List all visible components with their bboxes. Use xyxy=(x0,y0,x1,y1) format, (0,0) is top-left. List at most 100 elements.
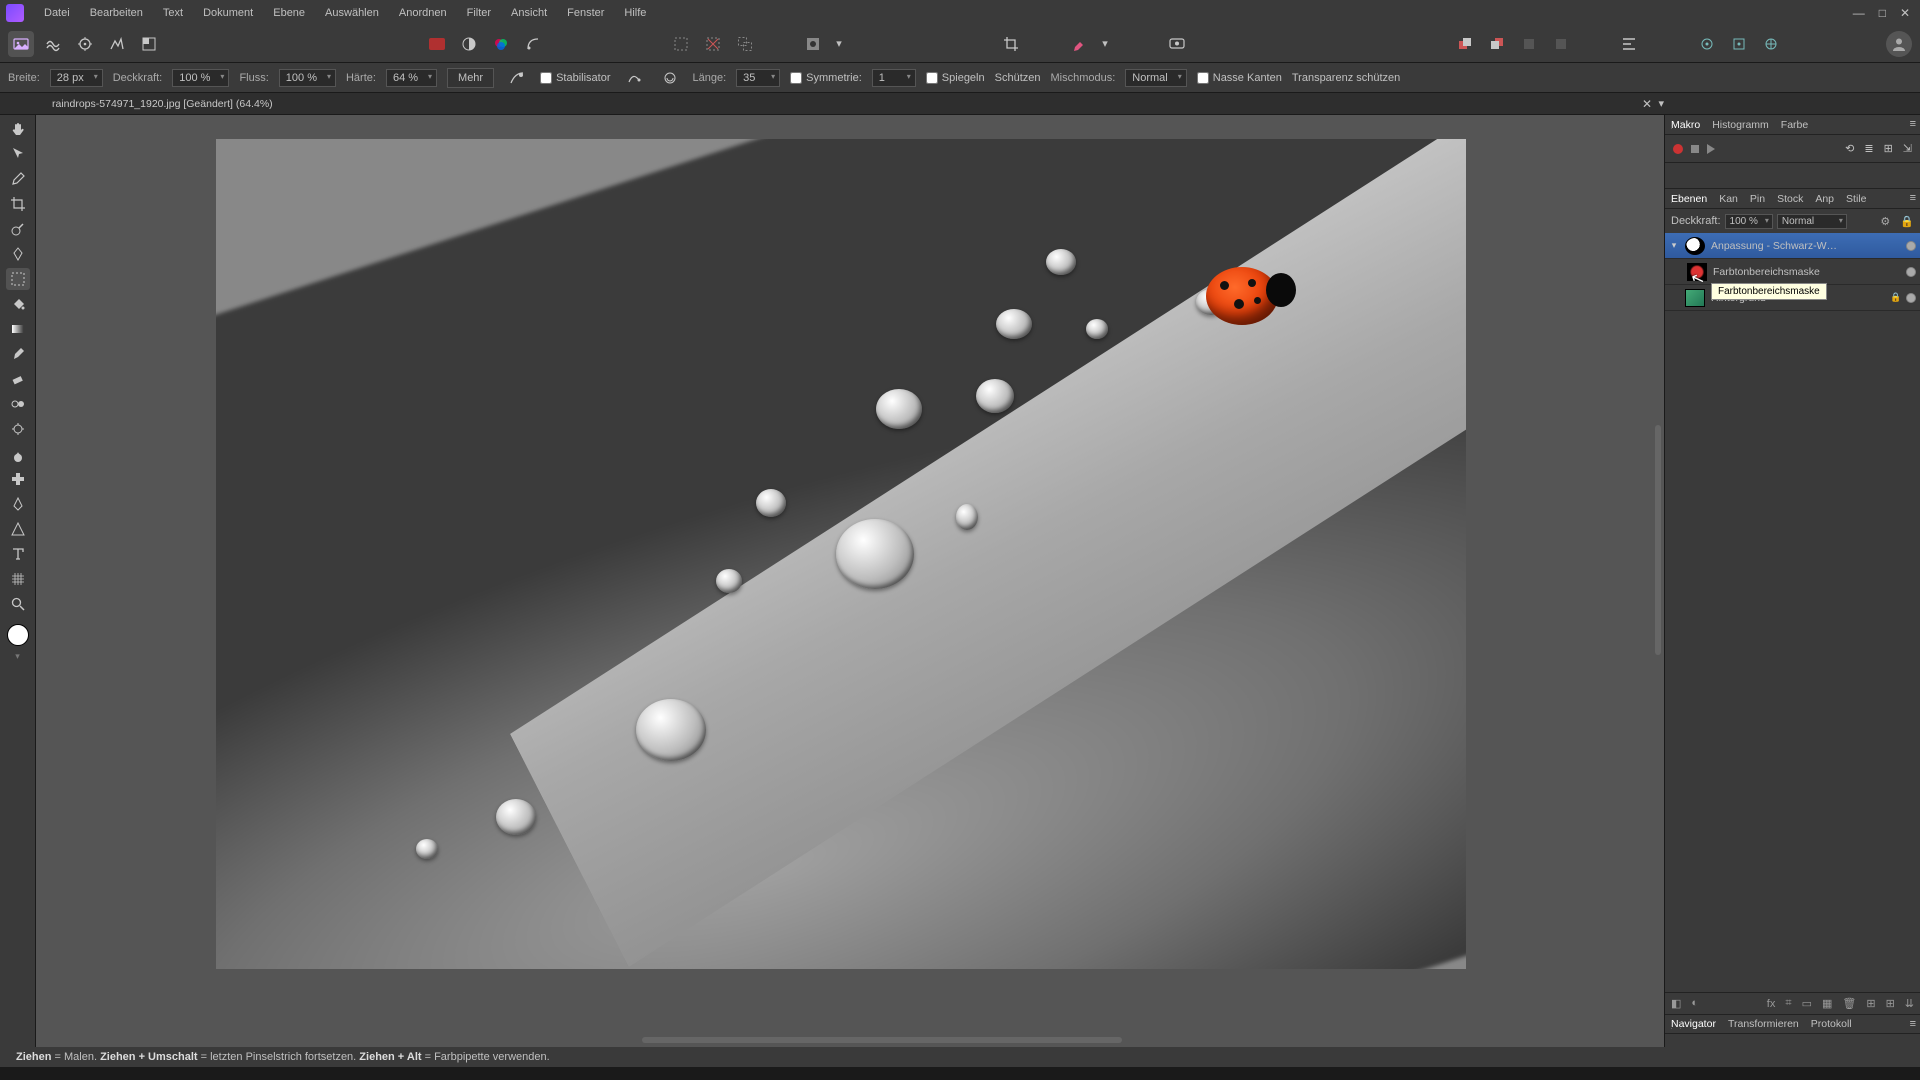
layer-opacity-combo[interactable]: 100 % xyxy=(1725,214,1773,229)
layer-fx-icon[interactable]: ⚙ xyxy=(1880,215,1890,228)
close-button[interactable]: ✕ xyxy=(1900,6,1910,20)
symmetry-check[interactable]: Symmetrie: xyxy=(790,72,862,84)
arrange-front-button[interactable] xyxy=(1452,31,1478,57)
fill-tool[interactable] xyxy=(6,293,30,315)
fx-icon[interactable]: fx xyxy=(1767,998,1776,1010)
menu-datei[interactable]: Datei xyxy=(34,2,80,24)
vertical-scrollbar[interactable] xyxy=(1655,425,1661,655)
layer-name[interactable]: Farbtonbereichsmaske xyxy=(1713,266,1900,278)
panel-menu-icon[interactable]: ≡ xyxy=(1910,192,1916,204)
tab-stile[interactable]: Stile xyxy=(1846,193,1866,205)
macro-reset-icon[interactable]: ⟲ xyxy=(1845,142,1854,155)
snap3-button[interactable] xyxy=(1758,31,1784,57)
pen-tool[interactable] xyxy=(6,493,30,515)
quickmask-dropdown[interactable]: ▾ xyxy=(832,31,846,57)
preview-button[interactable] xyxy=(1164,31,1190,57)
protect-alpha-button[interactable]: Transparenz schützen xyxy=(1292,72,1400,84)
align-button[interactable] xyxy=(1616,31,1642,57)
arrange-forward-button[interactable] xyxy=(1516,31,1542,57)
visibility-icon[interactable] xyxy=(1906,267,1916,277)
assistant-dropdown[interactable]: ▾ xyxy=(1098,31,1112,57)
pressure-size-icon[interactable] xyxy=(504,65,530,91)
addpixel-icon[interactable]: ▦ xyxy=(1822,997,1832,1010)
marquee-tool[interactable] xyxy=(6,268,30,290)
more1-icon[interactable]: ⊞ xyxy=(1866,997,1875,1010)
flow-combo[interactable]: 100 % xyxy=(279,69,336,87)
layer-row-huemask[interactable]: Farbtonbereichsmaske xyxy=(1665,259,1920,285)
document-close-icon[interactable]: ✕ xyxy=(1642,97,1652,111)
snap-button[interactable] xyxy=(1694,31,1720,57)
more-button[interactable]: Mehr xyxy=(447,68,494,88)
selection-sub-button[interactable] xyxy=(732,31,758,57)
selection-add-button[interactable] xyxy=(700,31,726,57)
persona-tonemap-button[interactable] xyxy=(104,31,130,57)
quickmask-button[interactable] xyxy=(800,31,826,57)
canvas-viewport[interactable] xyxy=(36,115,1664,1047)
panel-menu-icon[interactable]: ≡ xyxy=(1910,118,1916,130)
visibility-icon[interactable] xyxy=(1906,241,1916,251)
menu-fenster[interactable]: Fenster xyxy=(557,2,614,24)
window-mode-icon[interactable] xyxy=(657,65,683,91)
arrange-backward-button[interactable] xyxy=(1548,31,1574,57)
symmetry-combo[interactable]: 1 xyxy=(872,69,916,87)
menu-anordnen[interactable]: Anordnen xyxy=(389,2,457,24)
macro-add-icon[interactable]: ⊞ xyxy=(1884,142,1893,155)
horizontal-scrollbar-thumb[interactable] xyxy=(642,1037,1122,1043)
persona-export-button[interactable] xyxy=(136,31,162,57)
menu-hilfe[interactable]: Hilfe xyxy=(614,2,656,24)
expand-icon[interactable]: ▾ xyxy=(1669,240,1679,251)
arrange-back-button[interactable] xyxy=(1484,31,1510,57)
menu-ebene[interactable]: Ebene xyxy=(263,2,315,24)
selection-brush-tool[interactable] xyxy=(6,218,30,240)
macro-stop-icon[interactable] xyxy=(1691,145,1699,153)
width-combo[interactable]: 28 px xyxy=(50,69,103,87)
tab-pinsel[interactable]: Pin xyxy=(1750,193,1765,205)
panel-grip-icon[interactable]: ⋮⋮ xyxy=(1667,194,1685,205)
protect-button[interactable]: Schützen xyxy=(995,72,1041,84)
selection-new-button[interactable] xyxy=(668,31,694,57)
persona-photo-button[interactable] xyxy=(8,31,34,57)
foreground-color-well[interactable] xyxy=(7,624,29,646)
assistant-button[interactable] xyxy=(1066,31,1092,57)
flood-select-tool[interactable] xyxy=(6,243,30,265)
clone-tool[interactable] xyxy=(6,393,30,415)
tab-stock[interactable]: Stock xyxy=(1777,193,1803,205)
menu-dokument[interactable]: Dokument xyxy=(193,2,263,24)
opacity-combo[interactable]: 100 % xyxy=(172,69,229,87)
panel-menu-icon[interactable]: ≡ xyxy=(1910,1018,1916,1030)
menu-bearbeiten[interactable]: Bearbeiten xyxy=(80,2,153,24)
heal-tool[interactable] xyxy=(6,468,30,490)
persona-liquify-button[interactable] xyxy=(40,31,66,57)
length-combo[interactable]: 35 xyxy=(736,69,780,87)
gradient-tool[interactable] xyxy=(6,318,30,340)
crop-tool[interactable] xyxy=(6,193,30,215)
shape-tool[interactable] xyxy=(6,518,30,540)
layer-thumb[interactable] xyxy=(1687,263,1707,281)
stabilizer-check[interactable]: Stabilisator xyxy=(540,72,610,84)
hardness-combo[interactable]: 64 % xyxy=(386,69,437,87)
persona-develop-button[interactable] xyxy=(72,31,98,57)
macro-play-icon[interactable] xyxy=(1707,144,1715,154)
layer-lock-icon[interactable]: 🔒 xyxy=(1900,215,1914,228)
layer-blend-combo[interactable]: Normal xyxy=(1777,214,1847,229)
rope-mode-icon[interactable] xyxy=(621,65,647,91)
layer-name[interactable]: Anpassung - Schwarz-W… xyxy=(1711,240,1900,252)
dodge-tool[interactable] xyxy=(6,418,30,440)
visibility-icon[interactable] xyxy=(1906,293,1916,303)
blendmode-combo[interactable]: Normal xyxy=(1125,69,1186,87)
autocontrast-button[interactable] xyxy=(520,31,546,57)
lock-icon[interactable]: 🔒 xyxy=(1890,292,1900,303)
snap2-button[interactable] xyxy=(1726,31,1752,57)
paintbrush-tool[interactable] xyxy=(6,343,30,365)
erase-tool[interactable] xyxy=(6,368,30,390)
horizontal-scrollbar-track[interactable] xyxy=(82,1035,1664,1045)
move-tool[interactable] xyxy=(6,143,30,165)
crop-button[interactable] xyxy=(998,31,1024,57)
smudge-tool[interactable] xyxy=(6,443,30,465)
zoom-tool[interactable] xyxy=(6,593,30,615)
adjust-icon[interactable]: ◐ xyxy=(1691,997,1698,1010)
account-avatar[interactable] xyxy=(1886,31,1912,57)
macro-list-icon[interactable]: ≣ xyxy=(1864,142,1873,155)
layer-thumb[interactable] xyxy=(1685,289,1705,307)
wetedges-check[interactable]: Nasse Kanten xyxy=(1197,72,1282,84)
